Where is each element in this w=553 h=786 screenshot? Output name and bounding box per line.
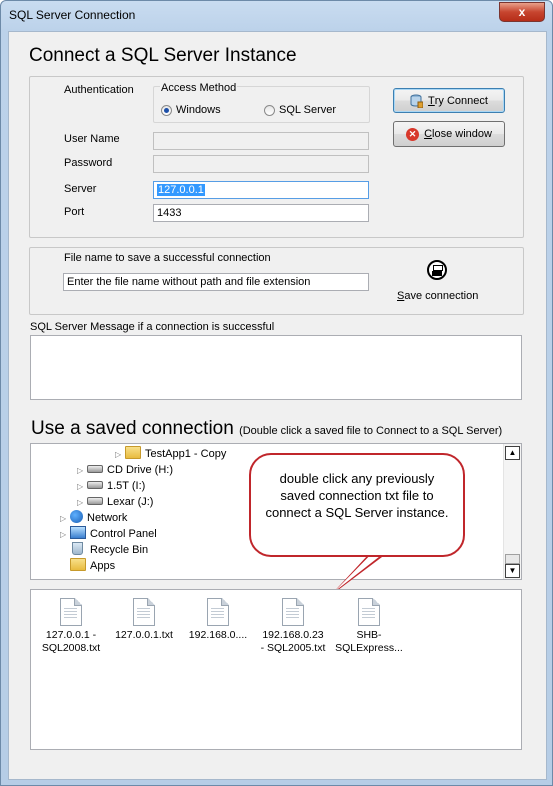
try-connect-label-rest: ry Connect (434, 94, 488, 107)
close-window-mnemonic: C (424, 128, 433, 140)
callout-note: double click any previously saved connec… (249, 453, 465, 557)
file-item[interactable]: 192.168.0.23 - SQL2005.txt (254, 598, 332, 655)
port-field[interactable]: 1433 (153, 204, 369, 222)
scroll-up-icon[interactable]: ▲ (505, 446, 520, 460)
tree-item-label: Recycle Bin (90, 544, 149, 556)
network-icon (70, 510, 83, 523)
database-connect-icon (410, 94, 424, 108)
password-field[interactable] (153, 155, 369, 173)
saved-heading-subtitle: (Double click a saved file to Connect to… (239, 425, 503, 437)
file-name-line1: 127.0.0.1.txt (115, 629, 173, 641)
tree-item-label: Apps (90, 560, 116, 572)
cd-drive-icon (87, 465, 103, 473)
drive-icon (87, 497, 103, 505)
window-title: SQL Server Connection (9, 8, 136, 22)
message-label: SQL Server Message if a connection is su… (30, 321, 275, 333)
windows-radio[interactable] (161, 105, 172, 116)
save-connection-label: Save connection (397, 290, 478, 302)
user-name-field[interactable] (153, 132, 369, 150)
tree-item-label: TestApp1 - Copy (145, 448, 227, 460)
save-connection-button[interactable]: Save connection (389, 260, 485, 306)
file-name-line1: 192.168.0.... (188, 629, 248, 641)
tree-item-label: Control Panel (90, 528, 157, 540)
tree-item-lexar[interactable]: ▷ Lexar (J:) (77, 494, 153, 510)
file-name-line2: - SQL2005.txt (260, 642, 326, 654)
server-field[interactable]: 127.0.0.1 (153, 181, 369, 199)
title-bar[interactable]: SQL Server Connection x (1, 1, 552, 29)
tree-item-cd-drive[interactable]: ▷ CD Drive (H:) (77, 462, 173, 478)
tree-item-label: 1.5T (I:) (107, 480, 146, 492)
file-item[interactable]: 127.0.0.1.txt (105, 598, 183, 642)
message-box[interactable] (30, 335, 522, 400)
close-window-label-rest: lose window (432, 128, 492, 140)
file-name-line1: 127.0.0.1 - (45, 629, 97, 641)
tree-item-label: Network (87, 512, 128, 524)
tree-item-control-panel[interactable]: ▷ Control Panel (60, 526, 157, 542)
connect-heading: Connect a SQL Server Instance (29, 45, 297, 66)
file-item[interactable]: 127.0.0.1 - SQL2008.txt (32, 598, 110, 655)
sql-server-radio[interactable] (264, 105, 275, 116)
expand-arrow-icon[interactable]: ▷ (77, 463, 87, 479)
user-name-label: User Name (64, 133, 120, 145)
port-label: Port (64, 206, 85, 218)
scroll-thumb[interactable] (505, 554, 520, 564)
tree-item-apps[interactable]: Apps (60, 558, 115, 574)
close-icon: ✕ (406, 127, 420, 141)
file-item[interactable]: SHB- SQLExpress... (330, 598, 408, 655)
try-connect-button[interactable]: Try Connect (393, 88, 505, 113)
text-file-icon (282, 598, 304, 626)
tree-scrollbar[interactable]: ▲ ▼ (503, 444, 521, 579)
close-window-button[interactable]: ✕ Close window (393, 121, 505, 147)
recycle-bin-icon (72, 542, 83, 555)
expand-arrow-icon[interactable]: ▷ (115, 447, 125, 463)
tree-item-label: CD Drive (H:) (107, 464, 173, 476)
windows-radio-label[interactable]: Windows (176, 104, 221, 116)
tree-item-1-5t[interactable]: ▷ 1.5T (I:) (77, 478, 145, 494)
access-method-legend: Access Method (160, 82, 238, 94)
saved-files-list[interactable]: 127.0.0.1 - SQL2008.txt 127.0.0.1.txt 19… (30, 589, 522, 750)
file-name-line2: SQL2008.txt (41, 642, 101, 654)
save-label-rest: ave connection (404, 290, 479, 302)
control-panel-icon (70, 526, 86, 539)
try-connect-mnemonic: T (428, 94, 435, 107)
save-disk-icon (427, 260, 447, 280)
tree-item-recycle-bin[interactable]: Recycle Bin (60, 542, 148, 558)
saved-heading-title: Use a saved connection (31, 418, 234, 439)
save-filename-label: File name to save a successful connectio… (64, 252, 271, 264)
tree-item-testapp1-copy[interactable]: ▷ TestApp1 - Copy (115, 446, 226, 462)
expand-arrow-icon[interactable]: ▷ (60, 527, 70, 543)
file-name-line1: SHB- (356, 629, 382, 641)
folder-icon (125, 446, 141, 459)
text-file-icon (207, 598, 229, 626)
text-file-icon (60, 598, 82, 626)
expand-arrow-icon[interactable]: ▷ (77, 479, 87, 495)
drive-icon (87, 481, 103, 489)
text-file-icon (133, 598, 155, 626)
sql-server-radio-label[interactable]: SQL Server (279, 104, 336, 116)
saved-heading: Use a saved connection (Double click a s… (31, 418, 502, 440)
save-filename-field[interactable]: Enter the file name without path and fil… (63, 273, 369, 291)
close-icon: x (518, 5, 526, 19)
file-name-line2: SQLExpress... (335, 642, 403, 654)
server-label: Server (64, 183, 97, 195)
authentication-label: Authentication (64, 84, 134, 96)
file-name-line1: 192.168.0.23 (262, 629, 324, 641)
scroll-down-icon[interactable]: ▼ (505, 564, 520, 578)
expand-arrow-icon[interactable]: ▷ (60, 511, 70, 527)
password-label: Password (64, 157, 113, 169)
tree-item-network[interactable]: ▷ Network (60, 510, 127, 526)
tree-item-label: Lexar (J:) (107, 496, 154, 508)
file-item[interactable]: 192.168.0.... (179, 598, 257, 642)
server-value: 127.0.0.1 (157, 184, 205, 196)
folder-icon (70, 558, 86, 571)
window-close-button[interactable]: x (499, 2, 545, 22)
text-file-icon (358, 598, 380, 626)
expand-arrow-icon[interactable]: ▷ (77, 495, 87, 511)
